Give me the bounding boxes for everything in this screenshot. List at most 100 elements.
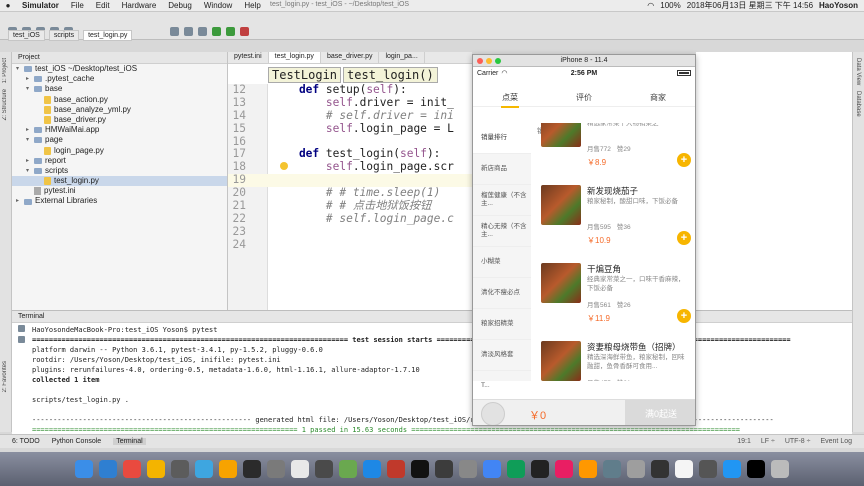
- menu-app-name[interactable]: Simulator: [16, 1, 65, 10]
- menu-hardware[interactable]: Hardware: [116, 1, 163, 10]
- tree-item[interactable]: test_login.py: [12, 176, 227, 187]
- tree-expand-icon[interactable]: ▸: [26, 74, 34, 84]
- menu-debug[interactable]: Debug: [162, 1, 198, 10]
- tree-item[interactable]: pytest.ini: [12, 186, 227, 196]
- dock-app-icon[interactable]: [363, 460, 381, 478]
- tree-expand-icon[interactable]: ▸: [16, 196, 24, 206]
- category-item[interactable]: 销量排行: [473, 123, 531, 154]
- user-name[interactable]: HaoYoson: [819, 1, 858, 10]
- food-image[interactable]: [541, 263, 581, 303]
- clock[interactable]: 2018年06月13日 星期三 下午 14:56: [687, 0, 813, 11]
- menu-window[interactable]: Window: [198, 1, 238, 10]
- food-list[interactable]: 销量排行 精选家常菜十大畅销菜之一月售772赞29￥8.9+新发现烧茄子粮家秘制…: [531, 123, 695, 381]
- tree-item[interactable]: base_analyze_yml.py: [12, 105, 227, 115]
- add-to-cart-button[interactable]: +: [677, 309, 691, 323]
- category-item[interactable]: T...: [473, 371, 531, 402]
- dock-app-icon[interactable]: [315, 460, 333, 478]
- code-crumb-method[interactable]: test_login(): [343, 67, 438, 83]
- todo-tool-tab[interactable]: 6: TODO: [12, 438, 40, 445]
- tree-item[interactable]: ▾ base: [12, 84, 227, 94]
- menu-file[interactable]: File: [65, 1, 90, 10]
- forward-icon[interactable]: [184, 27, 193, 36]
- tree-expand-icon[interactable]: ▸: [26, 156, 34, 166]
- data-view-tool-tab[interactable]: Data View: [855, 58, 861, 85]
- category-item[interactable]: 新店商品: [473, 154, 531, 185]
- code-line[interactable]: 24: [228, 238, 472, 252]
- zoom-window-icon[interactable]: [495, 58, 501, 64]
- tree-item[interactable]: ▸ External Libraries: [12, 196, 227, 206]
- favorites-tool-tab[interactable]: 2: Favorites: [2, 361, 8, 392]
- dock-app-icon[interactable]: [507, 460, 525, 478]
- tree-item[interactable]: login_page.py: [12, 146, 227, 156]
- tree-item[interactable]: ▾ scripts: [12, 166, 227, 176]
- tab-base-driver[interactable]: base_driver.py: [321, 52, 380, 63]
- dock-app-icon[interactable]: [435, 460, 453, 478]
- tree-expand-icon[interactable]: ▾: [26, 84, 34, 94]
- checkout-button[interactable]: 满0起送: [625, 400, 695, 425]
- tree-item[interactable]: ▾ page: [12, 135, 227, 145]
- dock-app-icon[interactable]: [723, 460, 741, 478]
- dock-app-icon[interactable]: [267, 460, 285, 478]
- stop-icon[interactable]: [240, 27, 249, 36]
- dock-app-icon[interactable]: [459, 460, 477, 478]
- file-encoding[interactable]: UTF-8 ÷: [785, 438, 811, 445]
- food-item[interactable]: 干煸豆角 经典家常菜之一，口味干香麻辣，下饭必备 月售561 赞26 ￥11.9 +: [531, 261, 695, 339]
- tree-expand-icon[interactable]: ▾: [26, 135, 34, 145]
- dock-app-icon[interactable]: [75, 460, 93, 478]
- dock-app-icon[interactable]: [531, 460, 549, 478]
- tree-item[interactable]: base_action.py: [12, 95, 227, 105]
- cart-icon[interactable]: [481, 402, 505, 425]
- code-line[interactable]: 18 self.login_page.scr: [228, 160, 472, 174]
- wifi-icon[interactable]: ◠: [647, 1, 654, 10]
- structure-tool-tab[interactable]: Z: Structure: [2, 89, 8, 120]
- dock-app-icon[interactable]: [627, 460, 645, 478]
- dock-app-icon[interactable]: [171, 460, 189, 478]
- food-image[interactable]: [541, 123, 581, 147]
- python-console-tool-tab[interactable]: Python Console: [52, 438, 101, 445]
- category-item[interactable]: 小糊菜: [473, 247, 531, 278]
- dock-app-icon[interactable]: [339, 460, 357, 478]
- category-item[interactable]: 粮家招精菜: [473, 309, 531, 340]
- dock-app-icon[interactable]: [771, 460, 789, 478]
- dock-app-icon[interactable]: [99, 460, 117, 478]
- add-to-cart-button[interactable]: +: [677, 153, 691, 167]
- debug-icon[interactable]: [226, 27, 235, 36]
- breadcrumb-file[interactable]: test_login.py: [83, 30, 133, 41]
- tab-pytest-ini[interactable]: pytest.ini: [228, 52, 269, 63]
- dock-app-icon[interactable]: [147, 460, 165, 478]
- tree-item[interactable]: ▸ HMWaiMai.app: [12, 125, 227, 135]
- add-to-cart-button[interactable]: +: [677, 231, 691, 245]
- tab-login-page[interactable]: login_pa...: [379, 52, 425, 63]
- breadcrumb-project[interactable]: test_iOS: [8, 30, 45, 41]
- dock-app-icon[interactable]: [411, 460, 429, 478]
- tab-merchant[interactable]: 商家: [621, 82, 695, 103]
- tree-expand-icon[interactable]: ▾: [16, 64, 24, 74]
- terminal-tool-tab[interactable]: Terminal: [113, 438, 146, 445]
- menu-help[interactable]: Help: [238, 1, 266, 10]
- tab-test-login[interactable]: test_login.py: [268, 52, 321, 63]
- tree-item[interactable]: base_driver.py: [12, 115, 227, 125]
- cursor-position[interactable]: 19:1: [737, 438, 751, 445]
- food-item[interactable]: 资妻粮母烧带鱼（招牌） 精选深海鲜带鱼，粮家秘制，回味融甜，鱼骨香酥可食用... 月…: [531, 339, 695, 381]
- dock-app-icon[interactable]: [195, 460, 213, 478]
- tree-expand-icon[interactable]: ▾: [26, 166, 34, 176]
- tab-reviews[interactable]: 评价: [547, 82, 621, 103]
- dock-app-icon[interactable]: [603, 460, 621, 478]
- dock-app-icon[interactable]: [387, 460, 405, 478]
- code-line[interactable]: 23: [228, 225, 472, 239]
- category-item[interactable]: 精心无辣（不含主...: [473, 216, 531, 247]
- food-item[interactable]: 精选家常菜十大畅销菜之一 月售772 赞29 ￥8.9 +: [531, 123, 695, 183]
- code-crumb-class[interactable]: TestLogin: [268, 67, 342, 83]
- category-item[interactable]: 榴莲健康（不含主...: [473, 185, 531, 216]
- dock-app-icon[interactable]: [243, 460, 261, 478]
- project-panel-header[interactable]: Project: [12, 52, 227, 64]
- lightbulb-icon[interactable]: [280, 162, 288, 170]
- battery-percent[interactable]: 100%: [660, 1, 680, 10]
- add-terminal-icon[interactable]: [18, 325, 25, 332]
- tree-item[interactable]: ▾ test_iOS ~/Desktop/test_iOS: [12, 64, 227, 74]
- tree-item[interactable]: ▸ report: [12, 156, 227, 166]
- event-log[interactable]: Event Log: [820, 438, 852, 445]
- run-icon[interactable]: [212, 27, 221, 36]
- run-config-icon[interactable]: [198, 27, 207, 36]
- line-separator[interactable]: LF ÷: [761, 438, 775, 445]
